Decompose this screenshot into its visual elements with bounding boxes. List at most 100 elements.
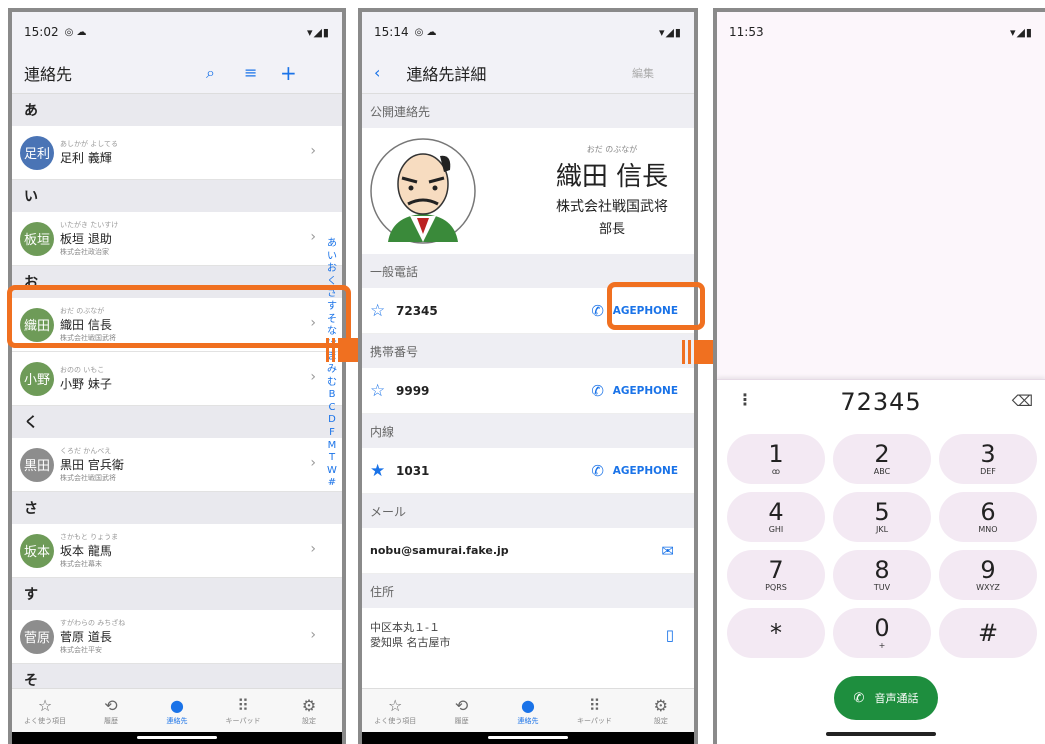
- status-time: 15:14: [374, 25, 409, 39]
- voice-call-button[interactable]: ✆ 音声通話: [834, 676, 938, 720]
- key-digit: 0: [874, 614, 890, 642]
- list-item[interactable]: 足利 あしかが よしてる 足利 義輝 ›: [12, 126, 342, 180]
- contact-company: 株式会社戦国武将: [60, 474, 116, 482]
- contacts-screen: 15:02 ◎ ☁ ▾◢▮ 連絡先 ⌕ ≡ + あ足利 あしかが よしてる 足利 義…: [8, 8, 346, 744]
- agephone-button[interactable]: AGEPHONE: [613, 385, 678, 397]
- key-letters: MNO: [978, 525, 998, 534]
- key-digit: 2: [874, 440, 890, 468]
- contact-detail-screen: 15:14 ◎ ☁ ▾◢▮ ‹ 連絡先詳細 編集 公開連絡先 おだ のぶなが 織…: [358, 8, 698, 744]
- address-line2: 愛知県 名古屋市: [370, 636, 451, 649]
- avatar: 坂本: [20, 533, 54, 568]
- phone-section-label: 内線: [362, 414, 694, 448]
- search-icon[interactable]: ⌕: [206, 63, 215, 83]
- star-icon[interactable]: ☆: [370, 381, 396, 401]
- filter-icon[interactable]: ≡: [244, 63, 257, 82]
- keypad-key[interactable]: 2 ABC: [833, 434, 931, 484]
- section-header: い: [12, 180, 342, 212]
- keypad-key[interactable]: *: [727, 608, 825, 658]
- list-item[interactable]: 坂本 さかもと りょうま 坂本 龍馬 株式会社幕末 ›: [12, 524, 342, 578]
- signal-battery-icon: ▾◢▮: [1009, 25, 1033, 39]
- keypad-key[interactable]: 5 JKL: [833, 492, 931, 542]
- contact-text: さかもと りょうま 坂本 龍馬 株式会社幕末: [60, 532, 118, 569]
- index-letter[interactable]: あ: [327, 238, 337, 251]
- key-digit: 3: [980, 440, 996, 468]
- chevron-right-icon: ›: [310, 229, 316, 245]
- dialpad-panel: ⋮ 72345 ⌫ 1 ꝏ 2 ABC 3 DEF 4 GHI 5 JKL 6 MNO 7 PQRS 8 TU…: [717, 379, 1045, 744]
- keypad-key[interactable]: 7 PQRS: [727, 550, 825, 600]
- index-letter[interactable]: #: [328, 477, 336, 490]
- star-icon: ☆: [388, 695, 403, 715]
- home-indicator: [362, 732, 694, 744]
- star-icon[interactable]: ☆: [370, 301, 396, 321]
- keypad-key[interactable]: 4 GHI: [727, 492, 825, 542]
- person-icon: ●: [521, 695, 535, 715]
- key-digit: 1: [768, 440, 784, 468]
- mail-row[interactable]: nobu@samurai.fake.jp ✉: [362, 528, 694, 574]
- chevron-right-icon: ›: [310, 143, 316, 159]
- key-digit: #: [977, 618, 999, 647]
- key-digit: 7: [768, 556, 784, 584]
- phone-icon[interactable]: ✆: [591, 462, 604, 480]
- section-header: す: [12, 578, 342, 610]
- phone-icon: ✆: [853, 690, 865, 706]
- backspace-icon[interactable]: ⌫: [1012, 392, 1033, 410]
- list-item[interactable]: 板垣 いたがき たいすけ 板垣 退助 株式会社政治家 ›: [12, 212, 342, 266]
- star-icon[interactable]: ★: [370, 461, 396, 481]
- list-item[interactable]: 黒田 くろだ かんべえ 黒田 官兵衛 株式会社戦国武将 ›: [12, 438, 342, 492]
- index-letter[interactable]: D: [328, 414, 336, 427]
- index-letter[interactable]: T: [329, 452, 335, 465]
- keypad-key[interactable]: 3 DEF: [939, 434, 1037, 484]
- index-letter[interactable]: B: [329, 389, 336, 402]
- contact-text: くろだ かんべえ 黒田 官兵衛 株式会社戦国武将: [60, 446, 124, 483]
- tab-label: キーパッド: [225, 716, 261, 725]
- index-letter[interactable]: W: [327, 465, 337, 478]
- contact-name: 黒田 官兵衛: [60, 458, 124, 472]
- contact-name: 坂本 龍馬: [60, 544, 112, 558]
- keypad-key[interactable]: 0 +: [833, 608, 931, 658]
- avatar: 小野: [20, 361, 54, 396]
- edit-button[interactable]: 編集: [632, 65, 654, 81]
- phone-icon[interactable]: ✆: [591, 382, 604, 400]
- mail-icon[interactable]: ✉: [661, 542, 674, 560]
- home-indicator: [12, 732, 342, 744]
- signal-battery-icon: ▾◢▮: [306, 25, 330, 39]
- key-letters: TUV: [873, 583, 891, 592]
- highlight-oda-row: [7, 285, 351, 348]
- dial-number: 72345: [840, 388, 922, 416]
- list-item[interactable]: 菅原 すがわらの みちざね 菅原 道長 株式会社平安 ›: [12, 610, 342, 664]
- chevron-right-icon: ›: [310, 455, 316, 471]
- index-letter[interactable]: い: [327, 251, 337, 264]
- back-icon[interactable]: ‹: [374, 63, 380, 82]
- keypad-key[interactable]: 1ꝏ: [727, 434, 825, 484]
- contact-ruby: すがわらの みちざね: [60, 619, 126, 627]
- person-icon: ●: [170, 695, 184, 715]
- contact-text: あしかが よしてる 足利 義輝: [60, 139, 118, 166]
- list-item[interactable]: 小野 おのの いもこ 小野 妹子 ›: [12, 352, 342, 406]
- address-row[interactable]: 中区本丸１-１ 愛知県 名古屋市 ▯: [362, 608, 694, 668]
- keypad-icon: ⠿: [588, 695, 601, 715]
- profile-card: おだ のぶなが 織田 信長 株式会社戦国武将 部長: [362, 128, 694, 254]
- contact-ruby: いたがき たいすけ: [60, 221, 119, 229]
- contact-name: 板垣 退助: [60, 232, 112, 246]
- contact-list: あ足利 あしかが よしてる 足利 義輝 › い板垣 いたがき たいすけ 板垣 退助 株式会社政…: [12, 94, 342, 696]
- tab-label: 設定: [653, 716, 668, 725]
- keypad-key[interactable]: 9 WXYZ: [939, 550, 1037, 600]
- keypad-icon: ⠿: [237, 695, 249, 715]
- keypad-key[interactable]: #: [939, 608, 1037, 658]
- phone-row: ★ 1031 ✆ AGEPHONE: [362, 448, 694, 494]
- keypad-key[interactable]: 6 MNO: [939, 492, 1037, 542]
- key-letters: PQRS: [765, 583, 787, 592]
- phone-icon[interactable]: ✆: [591, 302, 604, 320]
- voice-call-label: 音声通話: [874, 692, 919, 705]
- tab-label: よく使う項目: [24, 716, 66, 725]
- index-letter[interactable]: C: [329, 402, 336, 415]
- page-title: 連絡先詳細: [406, 64, 487, 84]
- index-letter[interactable]: お: [327, 263, 337, 276]
- index-letter[interactable]: M: [328, 440, 337, 453]
- avatar: 板垣: [20, 221, 54, 256]
- index-letter[interactable]: F: [329, 427, 335, 440]
- map-icon[interactable]: ▯: [666, 628, 674, 643]
- keypad-key[interactable]: 8 TUV: [833, 550, 931, 600]
- add-contact-button[interactable]: +: [280, 61, 297, 85]
- agephone-button[interactable]: AGEPHONE: [613, 465, 678, 477]
